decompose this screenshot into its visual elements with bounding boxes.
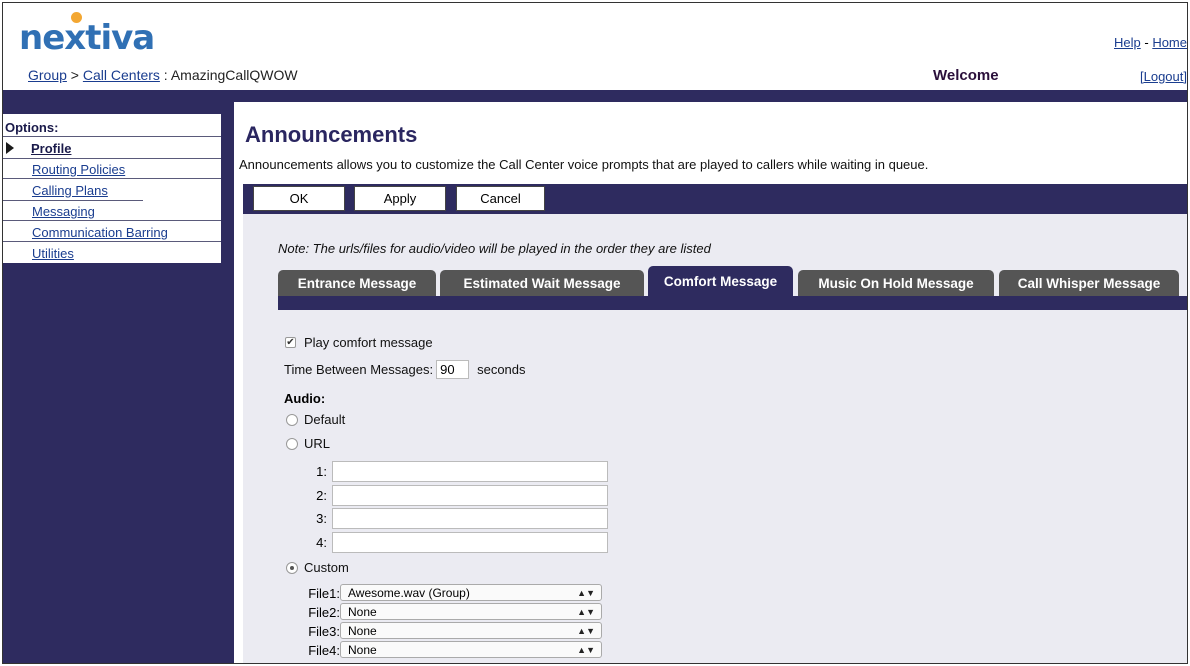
radio-custom-label: Custom <box>304 560 349 575</box>
time-unit-label: seconds <box>477 362 526 377</box>
menu-divider <box>3 200 143 201</box>
button-bar: OK Apply Cancel <box>243 184 1187 214</box>
file4-select[interactable]: None ▲▼ <box>340 641 602 658</box>
help-link[interactable]: Help <box>1114 35 1141 50</box>
options-menu: Options: Profile Routing Policies Callin… <box>3 114 221 263</box>
page-description: Announcements allows you to customize th… <box>239 157 929 172</box>
tab-comfort-message[interactable]: Comfort Message <box>648 266 793 296</box>
tab-underline-bar <box>278 296 1187 310</box>
time-between-label: Time Between Messages: <box>284 362 434 377</box>
sidebar-item-utilities[interactable]: Utilities <box>32 246 74 261</box>
play-comfort-message-label: Play comfort message <box>304 335 433 350</box>
main-content: Announcements Announcements allows you t… <box>234 102 1187 663</box>
content-panel: Note: The urls/files for audio/video wil… <box>243 214 1187 663</box>
top-divider-bar <box>3 90 1187 102</box>
apply-button[interactable]: Apply <box>354 186 446 211</box>
radio-custom[interactable] <box>286 561 298 574</box>
logout-link[interactable]: [Logout] <box>1140 69 1187 84</box>
tab-estimated-wait-message[interactable]: Estimated Wait Message <box>440 270 644 296</box>
url-input-2[interactable] <box>332 485 608 506</box>
top-links-separator: - <box>1140 35 1153 50</box>
url-label-1: 1: <box>316 464 327 479</box>
time-between-messages-row: Time Between Messages: seconds <box>284 360 526 379</box>
file2-select[interactable]: None ▲▼ <box>340 603 602 620</box>
menu-divider <box>3 220 221 221</box>
tab-call-whisper-message[interactable]: Call Whisper Message <box>999 270 1179 296</box>
menu-divider <box>3 241 221 242</box>
sidebar-item-profile[interactable]: Profile <box>31 141 71 156</box>
breadcrumb-current: AmazingCallQWOW <box>170 67 298 83</box>
breadcrumb-separator: : <box>159 67 171 83</box>
breadcrumb-separator: > <box>66 67 83 83</box>
tab-entrance-message[interactable]: Entrance Message <box>278 270 436 296</box>
select-arrows-icon: ▲▼ <box>577 587 595 598</box>
sidebar-item-calling-plans[interactable]: Calling Plans <box>32 183 108 198</box>
tab-music-on-hold-message[interactable]: Music On Hold Message <box>798 270 994 296</box>
file-label-3: File3: <box>308 624 340 639</box>
file-label-4: File4: <box>308 643 340 658</box>
top-links: Help - Home <box>1114 35 1187 50</box>
note-text: Note: The urls/files for audio/video wil… <box>278 241 711 256</box>
url-label-2: 2: <box>316 488 327 503</box>
file3-select[interactable]: None ▲▼ <box>340 622 602 639</box>
url-input-3[interactable] <box>332 508 608 529</box>
options-title: Options: <box>5 120 59 135</box>
url-input-1[interactable] <box>332 461 608 482</box>
play-comfort-message-checkbox[interactable]: ✔ <box>285 337 296 348</box>
sidebar-item-messaging[interactable]: Messaging <box>32 204 95 219</box>
page-title: Announcements <box>245 122 418 147</box>
breadcrumb-group[interactable]: Group <box>28 67 67 83</box>
sidebar-item-communication-barring[interactable]: Communication Barring <box>32 225 168 240</box>
app-frame: nextiva Help - Home Group > Call Centers… <box>2 2 1188 664</box>
breadcrumb-call-centers[interactable]: Call Centers <box>83 67 160 83</box>
menu-divider <box>3 178 221 179</box>
select-arrows-icon: ▲▼ <box>577 606 595 617</box>
sidebar: Options: Profile Routing Policies Callin… <box>3 102 234 663</box>
radio-url-row: URL <box>286 436 330 451</box>
nextiva-logo[interactable]: nextiva <box>19 18 155 58</box>
logo-dot-icon <box>71 12 82 23</box>
radio-url-label: URL <box>304 436 331 451</box>
welcome-text: Welcome <box>933 67 999 84</box>
play-comfort-message-row: ✔ Play comfort message <box>285 335 433 350</box>
header: nextiva Help - Home Group > Call Centers… <box>3 3 1187 89</box>
active-arrow-icon <box>6 142 14 154</box>
url-label-4: 4: <box>316 535 327 550</box>
radio-url[interactable] <box>286 437 298 450</box>
file1-value: Awesome.wav (Group) <box>348 585 470 600</box>
select-arrows-icon: ▲▼ <box>577 644 595 655</box>
file1-select[interactable]: Awesome.wav (Group) ▲▼ <box>340 584 602 601</box>
url-label-3: 3: <box>316 511 327 526</box>
menu-divider <box>3 136 221 137</box>
audio-label: Audio: <box>284 391 326 406</box>
cancel-button[interactable]: Cancel <box>456 186 545 211</box>
time-between-input[interactable] <box>436 360 470 379</box>
radio-default[interactable] <box>286 413 298 426</box>
file2-value: None <box>348 604 377 619</box>
file-label-1: File1: <box>308 586 340 601</box>
radio-default-row: Default <box>286 412 345 427</box>
breadcrumb: Group > Call Centers : AmazingCallQWOW <box>28 67 298 83</box>
ok-button[interactable]: OK <box>253 186 345 211</box>
home-link[interactable]: Home <box>1152 35 1187 50</box>
file3-value: None <box>348 623 377 638</box>
select-arrows-icon: ▲▼ <box>577 625 595 636</box>
logo-text: nextiva <box>19 18 155 58</box>
file-label-2: File2: <box>308 605 340 620</box>
menu-divider <box>3 158 221 159</box>
sidebar-item-routing-policies[interactable]: Routing Policies <box>32 162 125 177</box>
url-input-4[interactable] <box>332 532 608 553</box>
file4-value: None <box>348 642 377 657</box>
radio-custom-row: Custom <box>286 560 349 575</box>
radio-default-label: Default <box>304 412 346 427</box>
